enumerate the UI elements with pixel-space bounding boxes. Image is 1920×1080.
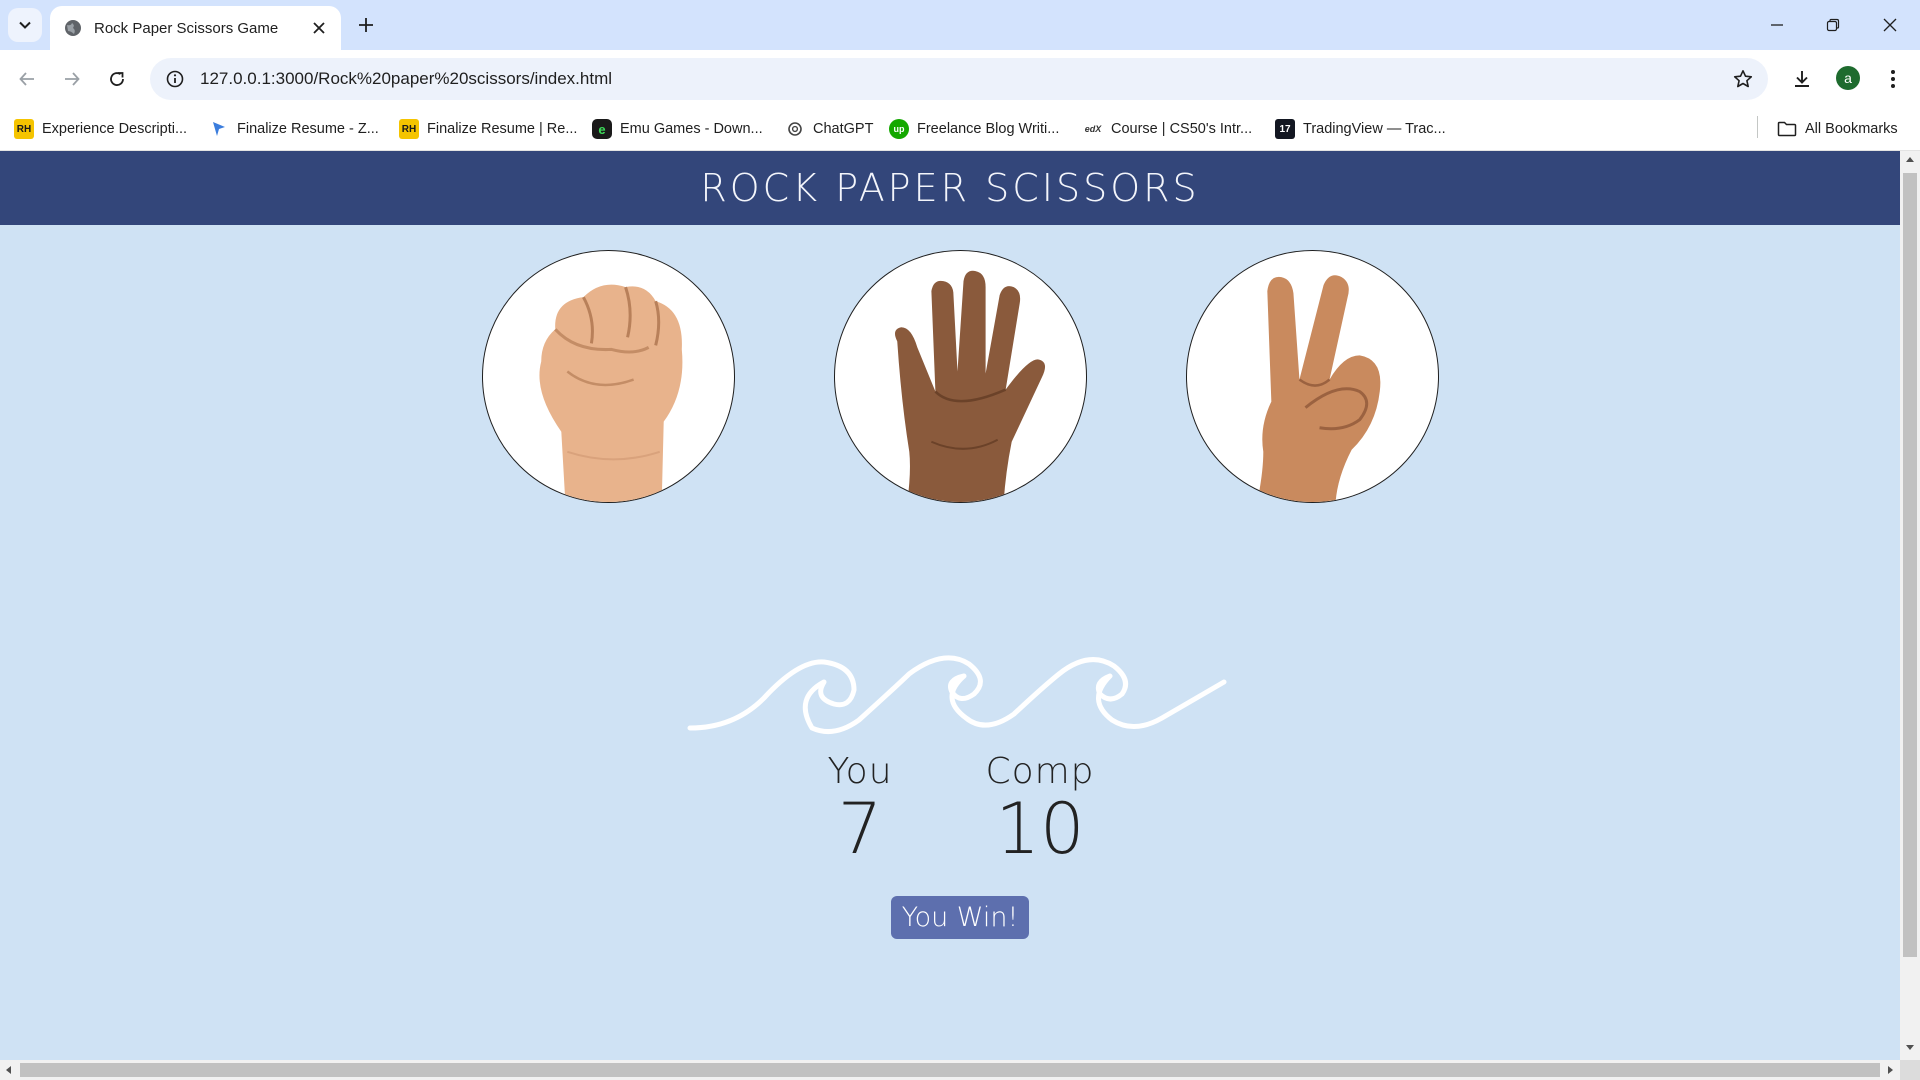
paper-choice-button[interactable] — [834, 250, 1087, 503]
tab-search-button[interactable] — [8, 8, 42, 42]
rock-fist-icon — [539, 284, 683, 502]
close-icon — [1883, 18, 1897, 32]
scroll-up-icon[interactable] — [1906, 157, 1914, 162]
scrollbar-corner — [1900, 1060, 1920, 1080]
bookmark-label: Emu Games - Down... — [620, 121, 763, 137]
bookmark-label: Finalize Resume - Z... — [237, 121, 379, 137]
bookmark-arrow-icon — [209, 119, 229, 139]
new-tab-button[interactable] — [353, 12, 379, 38]
all-bookmarks-button[interactable]: All Bookmarks — [1777, 116, 1898, 142]
reload-button[interactable] — [99, 61, 135, 97]
vertical-scrollbar[interactable] — [1900, 151, 1920, 1060]
bookmark-label: Freelance Blog Writi... — [917, 121, 1060, 137]
url-text[interactable]: 127.0.0.1:3000/Rock%20paper%20scissors/i… — [200, 69, 612, 89]
minimize-button[interactable] — [1757, 8, 1797, 42]
scroll-down-icon[interactable] — [1906, 1045, 1914, 1050]
bookmark-item[interactable]: RH Finalize Resume | Re... — [399, 116, 577, 142]
restore-icon — [1826, 18, 1840, 32]
bookmarks-bar: RH Experience Descripti... Finalize Resu… — [0, 108, 1920, 151]
close-tab-icon[interactable] — [309, 18, 329, 38]
bookmark-label: Course | CS50's Intr... — [1111, 121, 1253, 137]
folder-icon — [1777, 119, 1797, 139]
player-score-value: 7 — [837, 788, 883, 870]
restore-button[interactable] — [1813, 8, 1853, 42]
vertical-scroll-thumb[interactable] — [1903, 173, 1917, 957]
profile-avatar[interactable]: a — [1836, 66, 1860, 90]
star-icon[interactable] — [1732, 68, 1754, 90]
scroll-left-icon[interactable] — [6, 1066, 11, 1074]
tab-strip: Rock Paper Scissors Game — [0, 0, 1920, 50]
page-title: ROCK PAPER SCISSORS — [700, 166, 1200, 210]
emu-icon: e — [592, 119, 612, 139]
paper-hand-icon — [894, 270, 1046, 502]
address-bar[interactable]: 127.0.0.1:3000/Rock%20paper%20scissors/i… — [150, 58, 1768, 100]
tab-title: Rock Paper Scissors Game — [94, 19, 279, 37]
bookmark-label: Finalize Resume | Re... — [427, 121, 578, 137]
scissors-hand-icon — [1257, 275, 1381, 502]
back-button[interactable] — [9, 61, 45, 97]
horizontal-scrollbar[interactable] — [0, 1060, 1900, 1080]
bookmark-item[interactable]: up Freelance Blog Writi... — [889, 116, 1059, 142]
browser-toolbar: 127.0.0.1:3000/Rock%20paper%20scissors/i… — [0, 50, 1920, 108]
chatgpt-icon — [785, 119, 805, 139]
scissors-choice-button[interactable] — [1186, 250, 1439, 503]
forward-button[interactable] — [54, 61, 90, 97]
menu-button[interactable] — [1875, 61, 1911, 97]
more-vertical-icon — [1891, 70, 1895, 88]
bookmark-label: Experience Descripti... — [42, 121, 188, 137]
player-score: You 7 — [810, 751, 910, 866]
computer-score-value: 10 — [995, 788, 1085, 870]
page-viewport: ROCK PAPER SCISSORS You 7 Comp 10 You Wi… — [0, 151, 1900, 1060]
bookmark-item[interactable]: edX Course | CS50's Intr... — [1083, 116, 1252, 142]
bookmark-label: TradingView — Trac... — [1303, 121, 1446, 137]
wave-decoration-icon — [687, 655, 1227, 735]
all-bookmarks-label: All Bookmarks — [1805, 121, 1898, 137]
chevron-down-icon — [19, 21, 31, 29]
close-window-button[interactable] — [1870, 8, 1910, 42]
computer-score-label: Comp — [985, 751, 1095, 792]
tradingview-icon: 17 — [1275, 119, 1295, 139]
scroll-right-icon[interactable] — [1888, 1066, 1893, 1074]
bookmark-item[interactable]: RH Experience Descripti... — [14, 116, 187, 142]
active-tab[interactable]: Rock Paper Scissors Game — [50, 6, 341, 50]
plus-icon — [359, 18, 373, 32]
bookmark-item[interactable]: 17 TradingView — Trac... — [1275, 116, 1446, 142]
arrow-left-icon — [19, 72, 34, 86]
bookmarks-divider — [1757, 116, 1758, 138]
minimize-icon — [1771, 24, 1783, 26]
player-score-label: You — [827, 751, 893, 792]
rh-icon: RH — [399, 119, 419, 139]
edx-icon: edX — [1084, 124, 1102, 134]
rock-choice-button[interactable] — [482, 250, 735, 503]
computer-score: Comp 10 — [975, 751, 1105, 866]
horizontal-scroll-thumb[interactable] — [20, 1063, 1880, 1077]
bookmark-item[interactable]: ChatGPT — [785, 116, 873, 142]
bookmark-item[interactable]: Finalize Resume - Z... — [209, 116, 379, 142]
bookmark-item[interactable]: e Emu Games - Down... — [592, 116, 763, 142]
globe-icon — [64, 19, 82, 37]
bookmark-label: ChatGPT — [813, 121, 874, 137]
page-header: ROCK PAPER SCISSORS — [0, 151, 1900, 225]
arrow-right-icon — [65, 72, 80, 86]
upwork-icon: up — [889, 119, 909, 139]
reload-icon — [110, 72, 124, 86]
info-icon[interactable] — [154, 58, 196, 100]
result-message: You Win! — [891, 896, 1029, 939]
downloads-button[interactable] — [1784, 61, 1820, 97]
rh-icon: RH — [14, 119, 34, 139]
download-icon — [1795, 71, 1809, 87]
